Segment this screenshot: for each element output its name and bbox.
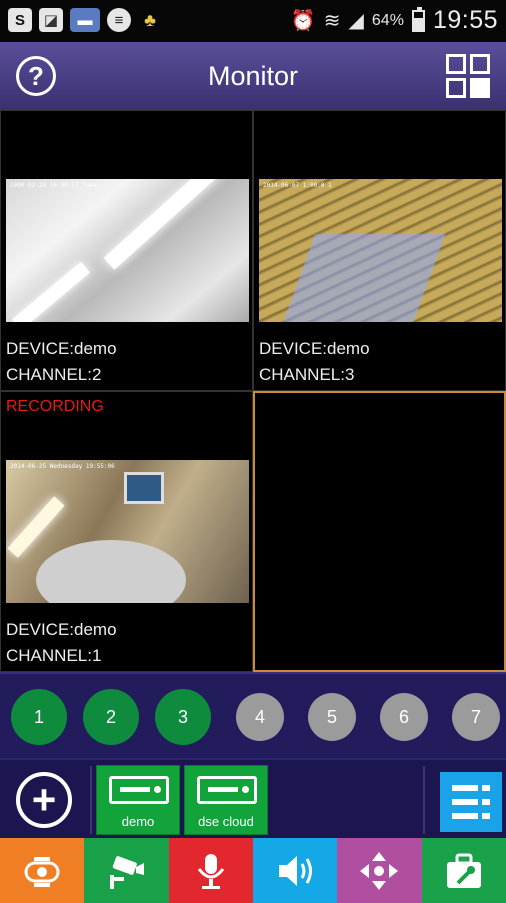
channel-label: CHANNEL:2 [6,365,102,384]
video-osd-timestamp: 2014-06-07 1:00:0 1 [263,182,332,189]
channel-number: 5 [326,706,337,727]
status-bar: S ◪ ▬ ≡ ♣ ⏰ ≋ ◢ 64% 19:55 [0,0,506,42]
battery-percent: 64% [371,11,404,29]
channel-number: 7 [470,706,481,727]
video-osd-timestamp: 2014-06-25 Wednesday 19:55:06 [10,463,115,470]
video-osd-timestamp: 2000-03-28 16:00:27 Tues [10,182,97,189]
channel-button-1[interactable]: 1 [11,689,67,745]
device-label: DEVICE:demo [6,620,117,639]
chat-icon: ≡ [107,8,131,32]
channel-button-4[interactable]: 4 [236,693,284,741]
channel-label: CHANNEL:3 [259,365,355,384]
ptz-button[interactable] [0,838,85,903]
page-title: Monitor [207,60,299,91]
feed-detail [103,179,219,270]
device-name: dse cloud [198,814,254,829]
channel-number: 2 [105,706,116,727]
channel-button-7[interactable]: 7 [452,693,500,741]
gallery-icon: ◪ [39,8,63,32]
list-line-icon [452,813,478,819]
list-line-icon [452,785,478,791]
list-dot-icon [482,785,490,791]
settings-button[interactable] [421,838,506,903]
device-bar: + demo dse cloud [0,758,506,838]
video-cell-2[interactable]: 2014-06-07 1:00:0 1 DEVICE:demo CHANNEL:… [253,110,506,391]
grid-square-icon [446,78,466,98]
video-feed[interactable]: 2000-03-28 16:00:27 Tues [6,179,249,322]
channel-label: CHANNEL:1 [6,646,102,665]
video-grid: 2000-03-28 16:00:27 Tues DEVICE:demo CHA… [0,110,506,672]
list-dot-icon [482,813,490,819]
recording-status: RECORDING [6,398,104,415]
add-device-button[interactable]: + [16,772,72,828]
plus-icon: + [31,776,57,823]
channel-button-5[interactable]: 5 [308,693,356,741]
device-tile-dse-cloud[interactable]: dse cloud [184,765,268,835]
channel-number: 6 [398,706,409,727]
microphone-icon [197,853,225,889]
mail-icon: ▬ [70,8,100,32]
battery-icon [411,6,425,32]
talk-button[interactable] [168,838,253,903]
system-icons: ⏰ ≋ ◢ 64% 19:55 [291,6,498,35]
video-cell-3[interactable]: RECORDING 2014-06-25 Wednesday 19:55:06 … [0,391,253,672]
grid-square-icon [470,54,490,74]
camera-button[interactable] [84,838,169,903]
channel-button-3[interactable]: 3 [155,689,211,745]
device-tile-demo[interactable]: demo [96,765,180,835]
grid-square-filled-icon [470,78,490,98]
alarm-icon: ⏰ [290,10,316,32]
channel-button-2[interactable]: 2 [83,689,139,745]
feed-detail [12,261,90,322]
video-feed[interactable]: 2014-06-07 1:00:0 1 [259,179,502,322]
grid-square-icon [446,54,466,74]
direction-arrows-icon [360,851,399,890]
feed-detail [282,234,446,322]
video-cell-1[interactable]: 2000-03-28 16:00:27 Tues DEVICE:demo CHA… [0,110,253,391]
cctv-camera-icon [110,855,145,889]
layout-grid-button[interactable] [444,52,492,100]
channel-selector: 1 2 3 4 5 6 7 [0,672,506,758]
device-label: DEVICE:demo [259,339,370,358]
video-feed[interactable]: 2014-06-25 Wednesday 19:55:06 [6,460,249,603]
channel-number: 1 [33,706,44,727]
video-cell-4-selected-empty[interactable] [253,391,506,672]
signal-icon: ◢ [348,10,364,32]
control-toolbar [0,838,506,903]
list-line-icon [452,799,478,805]
feed-detail [36,540,186,603]
list-dot-icon [482,799,490,805]
question-icon: ? [28,60,44,91]
app-header: ? Monitor [0,42,506,110]
device-label: DEVICE:demo [6,339,117,358]
channel-button-6[interactable]: 6 [380,693,428,741]
wifi-icon: ≋ [323,10,341,32]
help-button[interactable]: ? [16,56,56,96]
device-list-button[interactable] [440,772,502,832]
notification-icons: S ◪ ▬ ≡ ♣ [8,8,162,32]
s-icon: S [8,8,32,32]
ptz-camera-icon [24,856,60,887]
toolbox-icon [446,853,481,888]
channel-number: 3 [177,706,188,727]
feed-detail [7,496,65,558]
divider [90,766,92,834]
clock: 19:55 [432,6,498,34]
dvr-icon [109,776,169,804]
channel-number: 4 [254,706,265,727]
dvr-icon [197,776,257,804]
speaker-icon [279,855,313,886]
audio-button[interactable] [252,838,338,903]
feed-detail [124,472,164,504]
divider [423,766,425,834]
cleaner-icon: ♣ [144,9,156,30]
device-name: demo [121,814,155,829]
direction-button[interactable] [337,838,422,903]
